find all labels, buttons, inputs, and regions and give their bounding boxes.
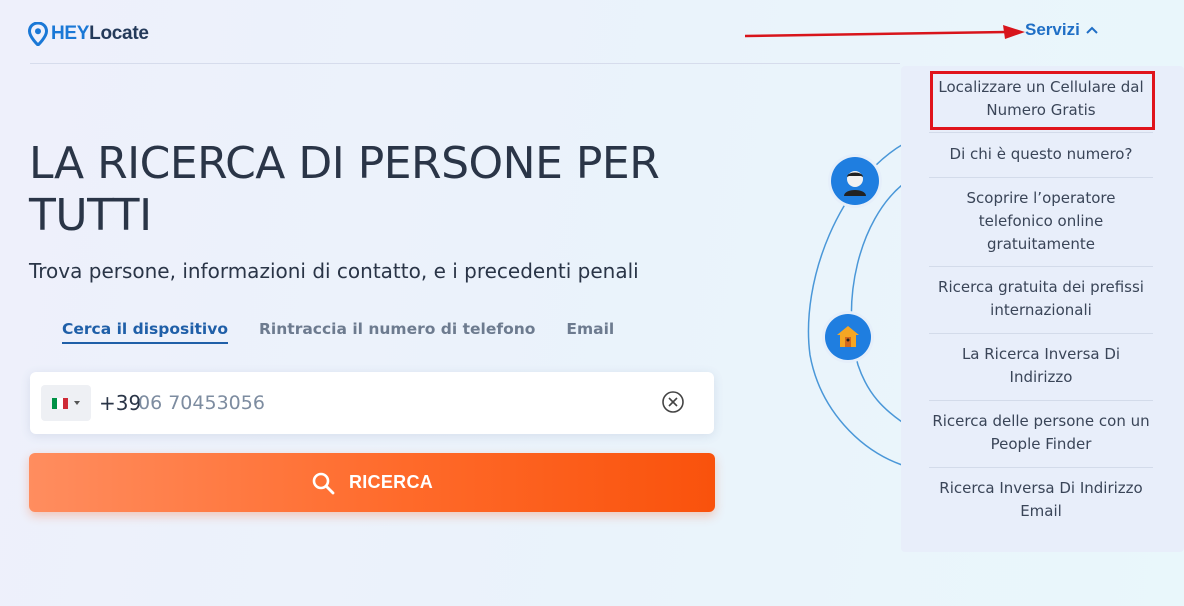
dropdown-divider bbox=[929, 333, 1153, 334]
search-icon bbox=[312, 472, 335, 494]
country-selector[interactable] bbox=[41, 385, 91, 421]
red-highlight-annotation bbox=[930, 71, 1155, 130]
person-icon bbox=[831, 157, 879, 205]
logo-hey: HEY bbox=[51, 23, 90, 44]
header-divider bbox=[30, 63, 900, 64]
dropdown-divider bbox=[929, 266, 1153, 267]
tab-search-device[interactable]: Cerca il dispositivo bbox=[62, 320, 228, 344]
dropdown-item-find-operator[interactable]: Scoprire l’operatore telefonico online g… bbox=[929, 187, 1153, 256]
services-dropdown: Localizzare un Cellulare dal Numero Grat… bbox=[901, 66, 1184, 552]
search-button[interactable]: RICERCA bbox=[29, 453, 715, 512]
dropdown-divider bbox=[929, 467, 1153, 468]
clear-circle-icon[interactable] bbox=[661, 390, 685, 414]
dropdown-divider bbox=[929, 400, 1153, 401]
search-tabs: Cerca il dispositivo Rintraccia il numer… bbox=[62, 320, 614, 344]
logo-text: HEYLocate bbox=[51, 23, 149, 45]
tab-track-phone-number[interactable]: Rintraccia il numero di telefono bbox=[259, 320, 535, 344]
phone-search-box: +39 bbox=[30, 372, 714, 434]
page-title: LA RICERCA DI PERSONE PER TUTTI bbox=[29, 138, 660, 241]
page-subtitle: Trova persone, informazioni di contatto,… bbox=[29, 259, 639, 283]
tab-email[interactable]: Email bbox=[566, 320, 614, 344]
phone-number-input[interactable] bbox=[138, 388, 638, 418]
dropdown-item-reverse-address[interactable]: La Ricerca Inversa Di Indirizzo bbox=[929, 343, 1153, 389]
dropdown-item-international-prefixes[interactable]: Ricerca gratuita dei prefissi internazio… bbox=[929, 276, 1153, 322]
dropdown-item-people-finder[interactable]: Ricerca delle persone con un People Find… bbox=[929, 410, 1153, 456]
house-icon bbox=[825, 314, 871, 360]
dropdown-divider bbox=[929, 132, 1153, 133]
location-pin-icon bbox=[28, 22, 48, 46]
services-label: Servizi bbox=[1025, 20, 1080, 39]
red-arrow-annotation bbox=[745, 25, 1025, 39]
logo[interactable]: HEYLocate bbox=[28, 22, 149, 46]
chevron-up-icon bbox=[1086, 26, 1098, 34]
dropdown-divider bbox=[929, 177, 1153, 178]
italy-flag-icon bbox=[52, 397, 68, 409]
caret-down-icon bbox=[74, 401, 80, 405]
search-button-label: RICERCA bbox=[348, 472, 434, 492]
logo-locate: Locate bbox=[89, 23, 149, 44]
country-prefix: +39 bbox=[99, 391, 142, 415]
dropdown-item-whose-number[interactable]: Di chi è questo numero? bbox=[929, 143, 1153, 166]
dropdown-item-reverse-email[interactable]: Ricerca Inversa Di Indirizzo Email bbox=[929, 477, 1153, 523]
services-menu-button[interactable]: Servizi bbox=[1025, 20, 1098, 40]
